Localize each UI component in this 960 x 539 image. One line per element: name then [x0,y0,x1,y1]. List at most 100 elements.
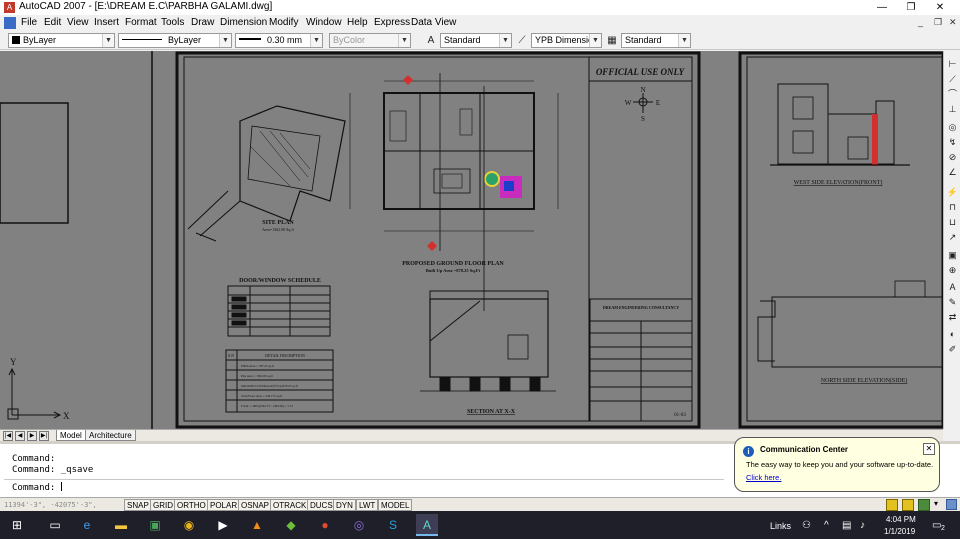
clock-time[interactable]: 4:04 PM [886,515,916,524]
dyn-button[interactable]: DYN [333,499,356,511]
media-player-icon[interactable]: ▶ [212,514,234,536]
restore-button[interactable]: ❐ [897,0,925,15]
document-icon[interactable] [4,17,16,29]
dimension-update-icon[interactable]: ⇄ [946,311,959,324]
menu-window[interactable]: Window [306,17,342,28]
lwt-button[interactable]: LWT [356,499,379,511]
arc-length-icon[interactable]: ⌒ [946,88,959,101]
dimension-text-edit-icon[interactable]: ✎ [946,296,959,309]
purple-app-icon[interactable]: ◎ [348,514,370,536]
model-button[interactable]: MODEL [378,499,413,511]
chevron-down-icon[interactable]: ▼ [310,34,322,47]
menu-data-view[interactable]: Data View [411,17,456,28]
linetype-combo[interactable]: ByLayer ▼ [118,33,232,48]
tray-chevron-icon[interactable]: ^ [824,520,829,531]
volume-icon[interactable]: ♪ [860,520,865,531]
task-view-icon[interactable]: ▭ [44,514,66,536]
polar-button[interactable]: POLAR [207,499,241,511]
people-icon[interactable]: ⚇ [802,520,811,531]
radius-icon[interactable]: ◎ [946,121,959,134]
clean-screen-icon[interactable] [946,499,957,510]
clock-date[interactable]: 1/1/2019 [884,527,915,536]
file-explorer-icon[interactable]: ▬ [110,514,132,536]
chevron-down-icon[interactable]: ▼ [678,34,690,47]
tab-model[interactable]: Model [56,430,86,441]
dimension-style-icon[interactable]: ⟋ [515,34,529,47]
store-icon[interactable]: ▣ [144,514,166,536]
menu-format[interactable]: Format [125,17,157,28]
edge-browser-icon[interactable]: e [76,514,98,536]
ortho-button[interactable]: ORTHO [174,499,209,511]
links-toolbar-label[interactable]: Links [770,521,791,531]
chevron-down-icon[interactable]: ▼ [219,34,231,47]
linear-dimension-icon[interactable]: ⊢ [946,58,959,71]
baseline-icon[interactable]: ⊓ [946,201,959,214]
communication-center-icon[interactable] [886,499,898,511]
windows-start-icon[interactable]: ⊞ [6,514,28,536]
minimize-button[interactable]: — [868,0,896,15]
lock-icon[interactable] [902,499,914,511]
autocad-taskbar-icon[interactable]: A [416,514,438,536]
menu-express[interactable]: Express [374,17,410,28]
dimension-edit-icon[interactable]: A [946,281,959,294]
close-button[interactable]: ✕ [926,0,954,15]
green-app-icon[interactable]: ◆ [280,514,302,536]
command-prompt[interactable]: Command: [12,482,62,493]
qleader-icon[interactable]: ↗ [946,231,959,244]
angular-icon[interactable]: ∠ [946,166,959,179]
balloon-close-button[interactable]: ✕ [923,443,935,455]
balloon-link[interactable]: Click here. [746,473,781,482]
grid-button[interactable]: GRID [150,499,176,511]
otrack-button[interactable]: OTRACK [270,499,310,511]
coordinate-display[interactable]: 11394'-3", -42075'-3", 0'-0" [4,499,120,521]
doc-close-button[interactable]: ✕ [949,17,957,28]
network-icon[interactable]: ▤ [842,520,851,531]
dim-style-icon[interactable]: ◐ [946,328,959,341]
ducs-button[interactable]: DUCS [307,499,336,511]
skype-icon[interactable]: S [382,514,404,536]
first-tab-button[interactable]: |◀ [3,431,13,441]
color-combo[interactable]: ByLayer ▼ [8,33,115,48]
override-icon[interactable]: ✐ [946,343,959,356]
tab-architecture[interactable]: Architecture [85,430,136,441]
continue-icon[interactable]: ⊔ [946,216,959,229]
last-tab-button[interactable]: ▶| [39,431,49,441]
menu-insert[interactable]: Insert [94,17,119,28]
quick-dimension-icon[interactable]: ⚡ [946,186,959,199]
ordinate-icon[interactable]: ⊥ [946,103,959,116]
chevron-down-icon[interactable]: ▼ [499,34,511,47]
table-style-combo[interactable]: Standard ▼ [621,33,691,48]
osnap-button[interactable]: OSNAP [238,499,273,511]
aligned-dimension-icon[interactable]: ⟋ [946,73,959,86]
table-style-icon[interactable]: ▦ [605,34,619,47]
drawing-canvas[interactable]: OFFICIAL USE ONLY N S W E SITE PLAN Area… [0,51,943,429]
jogged-icon[interactable]: ↯ [946,136,959,149]
diameter-icon[interactable]: ⊘ [946,151,959,164]
dim-style-combo[interactable]: YPB Dimension ▼ [531,33,602,48]
chrome-icon[interactable]: ◉ [178,514,200,536]
prev-tab-button[interactable]: ◀ [15,431,25,441]
menu-file[interactable]: File [21,17,37,28]
doc-minimize-button[interactable]: _ [918,17,923,27]
chevron-down-icon[interactable]: ▼ [589,34,601,47]
tray-settings-icon[interactable] [918,499,930,511]
chevron-down-icon[interactable]: ▼ [102,34,114,47]
menu-draw[interactable]: Draw [191,17,214,28]
vlc-icon[interactable]: ▲ [246,514,268,536]
snap-button[interactable]: SNAP [124,499,152,511]
center-mark-icon[interactable]: ⊕ [946,264,959,277]
text-style-icon[interactable]: A [424,34,438,47]
tolerance-icon[interactable]: ▣ [946,249,959,262]
text-style-combo[interactable]: Standard ▼ [440,33,512,48]
menu-tools[interactable]: Tools [161,17,184,28]
doc-restore-button[interactable]: ❐ [934,17,942,28]
autocad-app-icon[interactable]: A [4,2,15,13]
menu-help[interactable]: Help [347,17,368,28]
menu-edit[interactable]: Edit [44,17,61,28]
menu-view[interactable]: View [67,17,89,28]
next-tab-button[interactable]: ▶ [27,431,37,441]
status-menu-icon[interactable]: ▾ [934,499,938,508]
menu-dimension[interactable]: Dimension [220,17,267,28]
lineweight-combo[interactable]: 0.30 mm ▼ [235,33,323,48]
red-app-icon[interactable]: ● [314,514,336,536]
